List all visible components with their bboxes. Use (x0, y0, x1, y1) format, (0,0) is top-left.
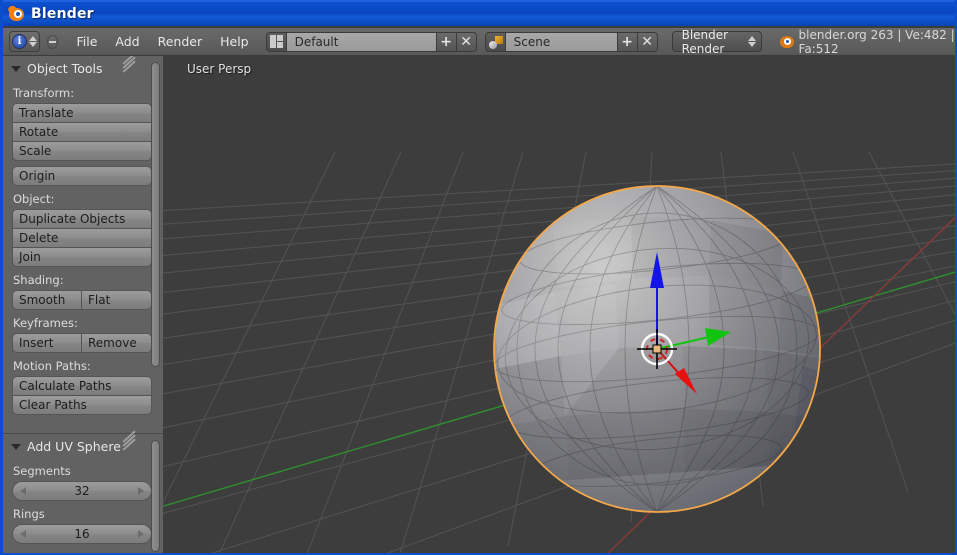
window-title: Blender (31, 6, 94, 22)
blender-logo-icon (7, 3, 26, 23)
segments-slider[interactable]: 32 (12, 481, 152, 501)
rotate-button[interactable]: Rotate (12, 122, 152, 142)
scene-selector[interactable]: Scene + ✕ (484, 31, 658, 53)
screen-layout-icon[interactable] (265, 31, 287, 52)
add-uv-sphere-panel-header[interactable]: Add UV Sphere (3, 430, 163, 458)
rings-value: 16 (74, 527, 90, 541)
delete-screen-button[interactable]: ✕ (456, 31, 477, 52)
info-editor-icon: i (12, 34, 27, 49)
object-button-group: Duplicate Objects Delete Join (3, 209, 163, 267)
scene-name-field[interactable]: Scene (505, 31, 618, 52)
join-button[interactable]: Join (12, 247, 152, 267)
shading-group-label: Shading: (13, 273, 64, 287)
updown-arrows-icon (29, 36, 37, 47)
add-screen-button[interactable]: + (436, 31, 457, 52)
keyframes-group-label: Keyframes: (13, 316, 78, 330)
window-titlebar: Blender (3, 0, 955, 26)
screen-name-field[interactable]: Default (286, 31, 437, 52)
menu-file[interactable]: File (67, 32, 106, 51)
menu-help[interactable]: Help (211, 32, 258, 51)
blender-logo-icon (779, 34, 794, 49)
segments-label: Segments (13, 464, 71, 478)
add-scene-button[interactable]: + (617, 31, 638, 52)
render-engine-label: Blender Render (681, 27, 729, 56)
screen-layout-selector[interactable]: Default + ✕ (265, 31, 477, 53)
object-tools-scrollbar[interactable] (151, 62, 160, 367)
panel-grip-icon (122, 430, 141, 452)
transform-group-label: Transform: (13, 86, 75, 100)
triangle-down-icon (11, 443, 21, 450)
motion-paths-button-group: Calculate Paths Clear Paths (3, 376, 163, 415)
blender-window: Blender i File Add Render Help Default +… (0, 0, 957, 555)
menu-render[interactable]: Render (149, 32, 212, 51)
calculate-paths-button[interactable]: Calculate Paths (12, 376, 152, 396)
duplicate-objects-button[interactable]: Duplicate Objects (12, 209, 152, 229)
add-uv-sphere-title: Add UV Sphere (27, 439, 121, 454)
add-uv-sphere-panel: Add UV Sphere Segments 32 Rings 16 (3, 430, 163, 553)
rings-slider-wrap: 16 (3, 524, 163, 544)
keyframes-button-row: Insert Remove (3, 333, 163, 353)
remove-keyframe-button[interactable]: Remove (82, 333, 152, 353)
object-tools-title: Object Tools (27, 61, 103, 76)
updown-arrows-icon (747, 36, 756, 47)
info-header-bar: i File Add Render Help Default + ✕ Scene… (3, 28, 955, 56)
menu-add[interactable]: Add (106, 32, 148, 51)
shade-flat-button[interactable]: Flat (82, 290, 152, 310)
viewport-canvas (163, 56, 955, 553)
editor-type-selector[interactable]: i (9, 31, 40, 52)
insert-keyframe-button[interactable]: Insert (12, 333, 82, 353)
origin-button[interactable]: Origin (12, 166, 152, 186)
rings-label: Rings (13, 507, 45, 521)
triangle-down-icon (11, 65, 21, 72)
status-text: blender.org 263 | Ve:482 | Fa:512 (798, 27, 955, 56)
shade-smooth-button[interactable]: Smooth (12, 290, 82, 310)
translate-button[interactable]: Translate (12, 103, 152, 123)
delete-button[interactable]: Delete (12, 228, 152, 248)
scene-icon[interactable] (484, 31, 506, 52)
render-engine-dropdown[interactable]: Blender Render (671, 28, 762, 56)
shading-button-row: Smooth Flat (3, 290, 163, 310)
origin-button-group: Origin (3, 166, 163, 186)
object-tools-panel-header[interactable]: Object Tools (3, 56, 163, 80)
transform-button-group: Translate Rotate Scale (3, 103, 163, 161)
segments-slider-wrap: 32 (3, 481, 163, 501)
scale-button[interactable]: Scale (12, 141, 152, 161)
clear-paths-button[interactable]: Clear Paths (12, 395, 152, 415)
segments-value: 32 (74, 484, 90, 498)
panel-grip-icon (122, 56, 141, 74)
3d-viewport[interactable]: User Persp (163, 56, 955, 553)
rings-slider[interactable]: 16 (12, 524, 152, 544)
object-group-label: Object: (13, 192, 55, 206)
view-orientation-label: User Persp (187, 62, 252, 76)
status-info: blender.org 263 | Ve:482 | Fa:512 (779, 27, 955, 56)
add-uv-sphere-scrollbar[interactable] (151, 440, 160, 552)
motion-paths-group-label: Motion Paths: (13, 359, 91, 373)
tool-shelf-panel: Object Tools Transform: Translate Rotate… (3, 56, 163, 553)
minus-circle-icon[interactable] (47, 34, 59, 49)
delete-scene-button[interactable]: ✕ (637, 31, 658, 52)
